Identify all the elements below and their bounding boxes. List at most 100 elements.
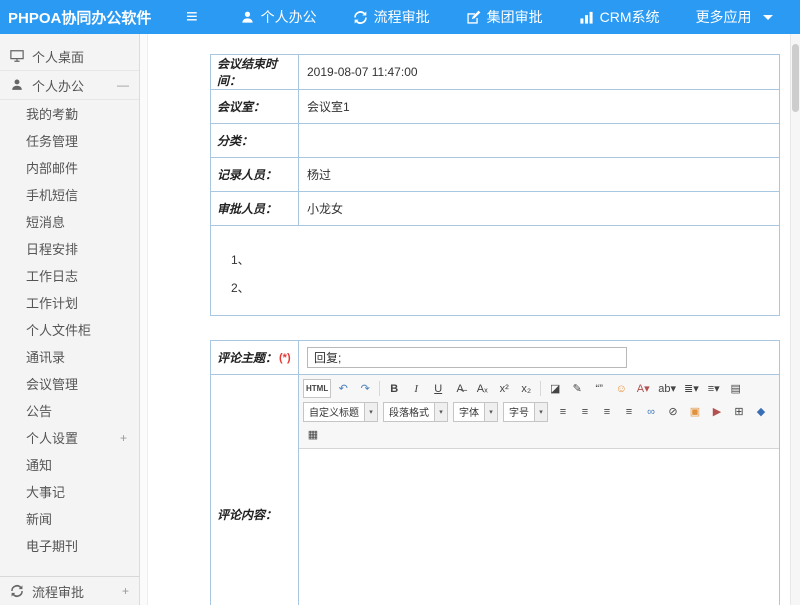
strikethrough-button[interactable]: A̶ — [450, 379, 470, 398]
sidebar-item-announcement[interactable]: 公告 — [0, 397, 139, 424]
vertical-scrollbar[interactable] — [790, 34, 800, 605]
top-nav-menu: 个人办公 流程审批 集团审批 CRM系统 更多应用 — [240, 7, 773, 27]
paste-button[interactable]: ▤ — [726, 379, 746, 398]
comment-form-table: 评论主题：(*) 评论内容： HTML ↶ ↷ B — [210, 340, 780, 605]
toolbar-separator — [540, 381, 541, 396]
comment-content-label: 评论内容： — [211, 375, 299, 605]
sidebar-item-personal-settings[interactable]: 个人设置+ — [0, 424, 139, 451]
sidebar-item-news[interactable]: 新闻 — [0, 505, 139, 532]
rich-text-editor: HTML ↶ ↷ B I U A̶ Aₓ x² x₂ ◪ — [299, 375, 779, 605]
nav-more-apps[interactable]: 更多应用 — [696, 7, 773, 27]
hamburger-menu-icon[interactable]: ≡ — [186, 7, 198, 27]
caret-down-icon — [763, 15, 773, 20]
sidebar-item-internal-mail[interactable]: 内部邮件 — [0, 154, 139, 181]
comment-subject-cell — [299, 341, 780, 375]
nav-process-approval[interactable]: 流程审批 — [353, 7, 430, 27]
field-value: 小龙女 — [299, 192, 780, 226]
sidebar-item-notice[interactable]: 通知 — [0, 451, 139, 478]
nav-group-approval[interactable]: 集团审批 — [466, 7, 543, 27]
html-source-button[interactable]: HTML — [303, 379, 331, 398]
subscript-button[interactable]: x₂ — [516, 379, 536, 398]
sidebar-item-mobile-sms[interactable]: 手机短信 — [0, 181, 139, 208]
undo-button[interactable]: ↶ — [333, 379, 353, 398]
sidebar: 个人桌面 个人办公 — 我的考勤 任务管理 内部邮件 手机短信 短消息 日程安排… — [0, 34, 140, 605]
person-icon — [240, 10, 255, 25]
nav-label: CRM系统 — [600, 7, 660, 27]
sidebar-item-meeting-management[interactable]: 会议管理 — [0, 370, 139, 397]
paragraph-format-select[interactable]: 段落格式▾ — [383, 402, 448, 422]
field-value — [299, 124, 780, 158]
eraser-button[interactable]: ◪ — [545, 379, 565, 398]
table-button[interactable]: ▦ — [303, 425, 323, 444]
bold-button[interactable]: B — [384, 379, 404, 398]
collapse-icon[interactable]: — — [117, 78, 129, 92]
sidebar-item-contacts[interactable]: 通讯录 — [0, 343, 139, 370]
video-button[interactable]: ▶ — [707, 402, 727, 421]
toolbar-separator — [379, 381, 380, 396]
italic-button[interactable]: I — [406, 379, 426, 398]
unlink-button[interactable]: ⊘ — [663, 402, 683, 421]
unordered-list-button[interactable]: ≡▾ — [704, 379, 724, 398]
link-button[interactable]: ∞ — [641, 402, 661, 421]
sidebar-item-work-plan[interactable]: 工作计划 — [0, 289, 139, 316]
required-mark: (*) — [279, 352, 291, 364]
highlight-button[interactable]: ab▾ — [655, 379, 679, 398]
redo-button[interactable]: ↷ — [355, 379, 375, 398]
comment-subject-input[interactable] — [307, 347, 627, 368]
app-logo[interactable]: PHPOA协同办公软件 — [0, 7, 186, 28]
sidebar-item-memorabilia[interactable]: 大事记 — [0, 478, 139, 505]
sync-icon — [353, 10, 368, 25]
custom-heading-select[interactable]: 自定义标题▾ — [303, 402, 378, 422]
sidebar-item-work-log[interactable]: 工作日志 — [0, 262, 139, 289]
sidebar-divider — [140, 34, 148, 605]
desktop-icon — [10, 49, 24, 63]
field-label: 会议室： — [211, 90, 299, 124]
nav-crm-system[interactable]: CRM系统 — [579, 7, 660, 27]
expand-icon[interactable]: + — [120, 431, 127, 445]
align-center-button[interactable]: ≡ — [575, 402, 595, 421]
font-color-button[interactable]: A▾ — [633, 379, 653, 398]
blockquote-button[interactable]: “” — [589, 379, 609, 398]
sidebar-item-file-cabinet[interactable]: 个人文件柜 — [0, 316, 139, 343]
field-label: 审批人员： — [211, 192, 299, 226]
toolbar-row-2: 自定义标题▾ 段落格式▾ 字体▾ 字号▾ ≡ ≡ ≡ ≡ ∞ ⊘ ▣ ▶ — [302, 400, 776, 423]
meeting-detail-table: 会议结束时间： 2019-08-07 11:47:00 会议室： 会议室1 分类… — [210, 54, 780, 316]
underline-button[interactable]: U — [428, 379, 448, 398]
sidebar-item-personal-desktop[interactable]: 个人桌面 — [0, 42, 139, 71]
font-family-select[interactable]: 字体▾ — [453, 402, 498, 422]
format-brush-button[interactable]: ✎ — [567, 379, 587, 398]
sidebar-item-short-message[interactable]: 短消息 — [0, 208, 139, 235]
editor-toolbar: HTML ↶ ↷ B I U A̶ Aₓ x² x₂ ◪ — [299, 375, 779, 449]
sidebar-item-e-journal[interactable]: 电子期刊 — [0, 532, 139, 559]
align-right-button[interactable]: ≡ — [597, 402, 617, 421]
chart-icon — [579, 10, 594, 25]
person-icon — [10, 78, 24, 92]
editor-content-area[interactable] — [299, 449, 779, 605]
align-left-button[interactable]: ≡ — [553, 402, 573, 421]
field-value: 2019-08-07 11:47:00 — [299, 55, 780, 90]
remove-format-button[interactable]: Aₓ — [472, 379, 492, 398]
sidebar-item-label: 流程审批 — [32, 582, 84, 601]
sidebar-item-task-management[interactable]: 任务管理 — [0, 127, 139, 154]
superscript-button[interactable]: x² — [494, 379, 514, 398]
sidebar-item-personal-office[interactable]: 个人办公 — — [0, 71, 139, 100]
scrollbar-thumb[interactable] — [792, 44, 799, 112]
expand-icon[interactable]: + — [122, 584, 129, 598]
main-content: 会议结束时间： 2019-08-07 11:47:00 会议室： 会议室1 分类… — [148, 34, 790, 605]
sidebar-item-process-approval[interactable]: 流程审批 + — [0, 576, 139, 605]
sidebar-item-attendance[interactable]: 我的考勤 — [0, 100, 139, 127]
edit-icon — [466, 10, 481, 25]
align-justify-button[interactable]: ≡ — [619, 402, 639, 421]
note-line: 1、 — [231, 246, 779, 274]
font-size-select[interactable]: 字号▾ — [503, 402, 548, 422]
sidebar-item-schedule[interactable]: 日程安排 — [0, 235, 139, 262]
chevron-down-icon: ▾ — [364, 403, 377, 421]
ordered-list-button[interactable]: ≣▾ — [681, 379, 702, 398]
sidebar-item-label: 个人办公 — [32, 76, 84, 95]
image-button[interactable]: ▣ — [685, 402, 705, 421]
save-button[interactable]: ◆ — [751, 402, 771, 421]
emoticon-button[interactable]: ☺ — [611, 379, 631, 398]
nav-personal-office[interactable]: 个人办公 — [240, 7, 317, 27]
attachment-button[interactable]: ⊞ — [729, 402, 749, 421]
field-label: 分类： — [211, 124, 299, 158]
